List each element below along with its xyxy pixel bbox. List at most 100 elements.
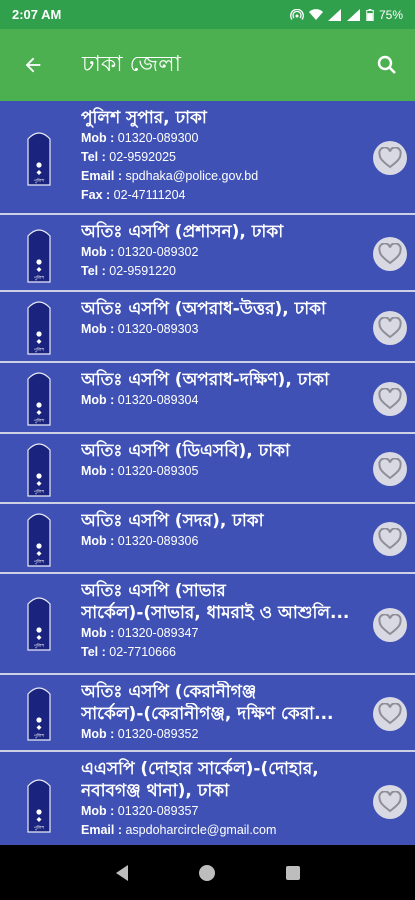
status-bar: 2:07 AM 75% [0,0,415,29]
police-rank-badge-icon: পুলিশ [27,779,51,833]
contact-title-line1: অতিঃ এসপি (ডিএসবি), ঢাকা [81,441,290,461]
contact-details: অতিঃ এসপি (প্রশাসন), ঢাকা Mob : 01320-089… [81,221,373,281]
contact-row[interactable]: পুলিশ অতিঃ এসপি (অপরাধ-উত্তর), ঢাকা Mob : … [0,292,415,363]
rank-badge: পুলিশ [26,510,52,568]
contact-row[interactable]: পুলিশ অতিঃ এসপি (প্রশাসন), ঢাকা Mob : 0132… [0,215,415,292]
contact-info-value: 01320-089305 [114,464,199,478]
contact-row[interactable]: পুলিশ এএসপি (দোহার সার্কেল)-(দোহার, নবাবগঞ… [0,752,415,845]
contact-title: অতিঃ এসপি (অপরাধ-দক্ষিণ), ঢাকা [81,369,373,391]
contact-info-line: Mob : 01320-089304 [81,391,373,410]
contact-info-label: Mob : [81,245,115,259]
contact-details: এএসপি (দোহার সার্কেল)-(দোহার, নবাবগঞ্জ থা… [81,758,373,840]
contact-info-label: Mob : [81,727,115,741]
rank-badge: পুলিশ [26,684,52,742]
contact-row[interactable]: পুলিশ অতিঃ এসপি (ডিএসবি), ঢাকা Mob : 01320… [0,434,415,504]
favorite-button[interactable] [373,141,407,175]
contact-info-line: Mob : 01320-089352 [81,725,373,744]
contact-info-value: 02-7710666 [105,645,176,659]
back-button[interactable] [0,29,66,101]
badge-label: পুলিশ [34,275,46,281]
contact-details: অতিঃ এসপি (কেরানীগঞ্জ সার্কেল)-(কেরানীগঞ্… [81,681,373,744]
favorite-button[interactable] [373,237,407,271]
police-rank-badge-icon: পুলিশ [27,597,51,651]
contact-info-label: Email : [81,169,122,183]
contact-info-line: Mob : 01320-089357 [81,802,373,821]
signal2-icon [346,8,360,21]
nav-back-icon[interactable] [114,864,130,882]
favorite-button[interactable] [373,697,407,731]
contact-info-label: Tel : [81,150,106,164]
police-rank-badge-icon: পুলিশ [27,132,51,186]
wifi-icon [308,8,323,20]
badge-label: পুলিশ [34,489,46,495]
contact-info-line: Mob : 01320-089300 [81,129,373,148]
contact-info-label: Mob : [81,464,115,478]
badge-label: পুলিশ [34,643,46,649]
contact-info-label: Tel : [81,645,106,659]
search-icon [377,55,396,74]
contact-title: অতিঃ এসপি (কেরানীগঞ্জ সার্কেল)-(কেরানীগঞ্… [81,681,373,725]
favorite-button[interactable] [373,452,407,486]
rank-badge: পুলিশ [26,129,52,187]
contact-row[interactable]: পুলিশ অতিঃ এসপি (সদর), ঢাকা Mob : 01320-08… [0,504,415,574]
contact-info-line: Mob : 01320-089306 [81,532,373,551]
contact-title-line1: এএসপি (দোহার সার্কেল)-(দোহার, [81,759,319,779]
favorite-button[interactable] [373,608,407,642]
badge-label: পুলিশ [34,347,46,353]
rank-badge: পুলিশ [26,594,52,652]
contact-info-line: Mob : 01320-089303 [81,320,373,339]
police-rank-badge-icon: পুলিশ [27,301,51,355]
contact-details: অতিঃ এসপি (অপরাধ-উত্তর), ঢাকা Mob : 01320… [81,298,373,339]
contact-info-line: Mob : 01320-089305 [81,462,373,481]
contact-info-line: Mob : 01320-089302 [81,243,373,262]
heart-outline-icon [378,791,402,813]
heart-outline-icon [378,317,402,339]
contact-row[interactable]: পুলিশ পুলিশ সুপার, ঢাকা Mob : 01320-089300… [0,101,415,215]
contact-row[interactable]: পুলিশ অতিঃ এসপি (সাভার সার্কেল)-(সাভার, ধা… [0,574,415,675]
contact-title-line2: সার্কেল)-(কেরানীগঞ্জ, দক্ষিণ কেরা... [81,704,334,724]
contact-row[interactable]: পুলিশ অতিঃ এসপি (অপরাধ-দক্ষিণ), ঢাকা Mob :… [0,363,415,434]
app-bar: ঢাকা জেলা [0,29,415,101]
contact-info-label: Mob : [81,393,115,407]
contact-title: অতিঃ এসপি (সদর), ঢাকা [81,510,373,532]
heart-outline-icon [378,528,402,550]
contact-info-label: Email : [81,823,122,837]
favorite-button[interactable] [373,311,407,345]
contact-list[interactable]: পুলিশ পুলিশ সুপার, ঢাকা Mob : 01320-089300… [0,101,415,845]
contact-info-value: 02-47111204 [110,188,186,202]
contact-info-value: 01320-089352 [114,727,199,741]
contact-info-line: Email : spdhaka@police.gov.bd [81,167,373,186]
rank-badge: পুলিশ [26,226,52,284]
favorite-button[interactable] [373,522,407,556]
search-button[interactable] [359,29,415,101]
badge-label: পুলিশ [34,733,46,739]
nav-home-icon[interactable] [198,864,216,882]
heart-outline-icon [378,147,402,169]
battery-level: 75% [378,7,403,22]
contact-info-label: Mob : [81,626,115,640]
police-rank-badge-icon: পুলিশ [27,372,51,426]
nav-recents-icon[interactable] [285,865,301,881]
contact-info-value: 02-9592025 [105,150,176,164]
contact-info-label: Tel : [81,264,106,278]
contact-title-line1: অতিঃ এসপি (সাভার [81,581,226,601]
badge-label: পুলিশ [34,559,46,565]
signal-icon [327,8,341,21]
contact-info-value: spdhaka@police.gov.bd [122,169,259,183]
contact-row[interactable]: পুলিশ অতিঃ এসপি (কেরানীগঞ্জ সার্কেল)-(কেরা… [0,675,415,752]
contact-details: অতিঃ এসপি (ডিএসবি), ঢাকা Mob : 01320-0893… [81,440,373,481]
contact-info-line: Mob : 01320-089347 [81,624,373,643]
favorite-button[interactable] [373,382,407,416]
contact-info-value: 01320-089300 [114,131,199,145]
contact-title-line1: অতিঃ এসপি (সদর), ঢাকা [81,511,264,531]
arrow-left-icon [25,57,41,73]
contact-info-line: Tel : 02-9591220 [81,262,373,281]
heart-outline-icon [378,614,402,636]
contact-info-value: 01320-089357 [114,804,199,818]
rank-badge: পুলিশ [26,298,52,356]
favorite-button[interactable] [373,785,407,819]
heart-outline-icon [378,388,402,410]
contact-info-line: Tel : 02-7710666 [81,643,373,662]
police-rank-badge-icon: পুলিশ [27,443,51,497]
contact-info-value: 01320-089302 [114,245,199,259]
